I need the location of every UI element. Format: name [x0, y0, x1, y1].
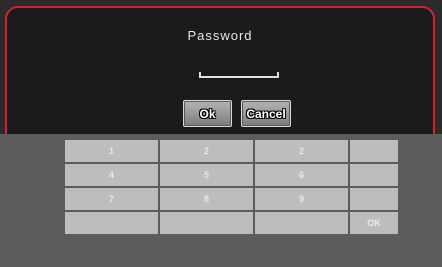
key-5[interactable]: 5 [160, 164, 253, 186]
key-1[interactable]: 1 [65, 140, 158, 162]
ok-button[interactable]: Ok [183, 100, 232, 127]
key-2[interactable]: 2 [160, 140, 253, 162]
numeric-keypad: 1 2 2 4 5 6 7 8 9 OK [65, 140, 398, 234]
cancel-button[interactable]: Cancel [241, 100, 291, 127]
dialog-title: Password [187, 28, 253, 43]
key-blank-row1[interactable] [350, 140, 398, 162]
keypad-panel: 1 2 2 4 5 6 7 8 9 OK [0, 134, 442, 267]
key-6[interactable]: 6 [255, 164, 348, 186]
key-blank-middle[interactable] [160, 212, 253, 234]
key-blank-row2[interactable] [350, 164, 398, 186]
key-9[interactable]: 9 [255, 188, 348, 210]
key-7[interactable]: 7 [65, 188, 158, 210]
key-blank-right[interactable] [255, 212, 348, 234]
key-4[interactable]: 4 [65, 164, 158, 186]
key-3[interactable]: 2 [255, 140, 348, 162]
key-8[interactable]: 8 [160, 188, 253, 210]
password-input[interactable] [199, 72, 279, 78]
key-blank-row3[interactable] [350, 188, 398, 210]
key-ok[interactable]: OK [350, 212, 398, 234]
key-blank-left[interactable] [65, 212, 158, 234]
